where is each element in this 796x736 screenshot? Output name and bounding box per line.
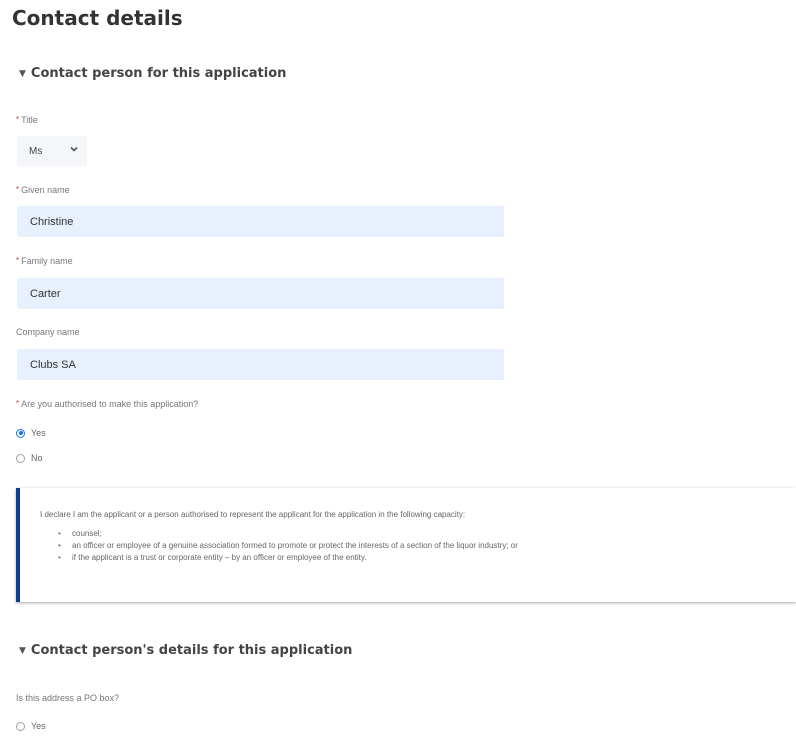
title-select-value: Ms — [29, 145, 43, 157]
radio-unselected-icon[interactable] — [16, 453, 25, 463]
declaration-intro: I declare I am the applicant or a person… — [40, 510, 466, 519]
given-name-label: * Given name — [16, 185, 70, 195]
radio-label: No — [31, 453, 43, 463]
given-name-label-text: Given name — [21, 185, 70, 195]
authorised-yes-option[interactable]: Yes — [16, 428, 46, 438]
radio-selected-icon[interactable] — [16, 428, 25, 438]
radio-label: Yes — [31, 428, 46, 438]
po-box-yes-option[interactable]: Yes — [16, 721, 46, 731]
declaration-box: I declare I am the applicant or a person… — [16, 488, 796, 602]
title-label-text: Title — [21, 115, 38, 125]
required-mark: * — [16, 185, 20, 194]
required-mark: * — [16, 256, 20, 265]
list-item: an officer or employee of a genuine asso… — [58, 540, 518, 552]
section-toggle-contact-person[interactable]: ▼ Contact person for this application — [19, 66, 286, 81]
required-mark: * — [16, 115, 20, 124]
authorised-question-text: Are you authorised to make this applicat… — [21, 399, 199, 409]
authorised-question: * Are you authorised to make this applica… — [16, 399, 198, 409]
family-name-input[interactable] — [17, 278, 504, 309]
chevron-down-icon — [70, 146, 78, 152]
section-title: Contact person's details for this applic… — [30, 643, 353, 658]
title-label: * Title — [16, 115, 38, 125]
declaration-list: counsel; an officer or employee of a gen… — [58, 528, 518, 564]
list-item: if the applicant is a trust or corporate… — [58, 552, 518, 564]
po-box-question: Is this address a PO box? — [16, 693, 120, 703]
list-item: counsel; — [58, 528, 518, 540]
caret-down-icon: ▼ — [19, 68, 26, 79]
caret-down-icon: ▼ — [19, 645, 26, 656]
section-toggle-contact-details[interactable]: ▼ Contact person's details for this appl… — [19, 643, 352, 658]
page-title: Contact details — [12, 6, 183, 30]
family-name-label: * Family name — [16, 256, 73, 266]
family-name-label-text: Family name — [21, 256, 73, 266]
radio-label: Yes — [31, 721, 46, 731]
authorised-no-option[interactable]: No — [16, 453, 43, 463]
radio-unselected-icon[interactable] — [16, 721, 25, 731]
given-name-input[interactable] — [17, 206, 504, 237]
title-select[interactable]: Ms — [17, 136, 87, 166]
company-name-input[interactable] — [17, 349, 504, 380]
section-title: Contact person for this application — [30, 66, 287, 81]
company-name-label: Company name — [16, 327, 80, 337]
required-mark: * — [16, 399, 20, 408]
